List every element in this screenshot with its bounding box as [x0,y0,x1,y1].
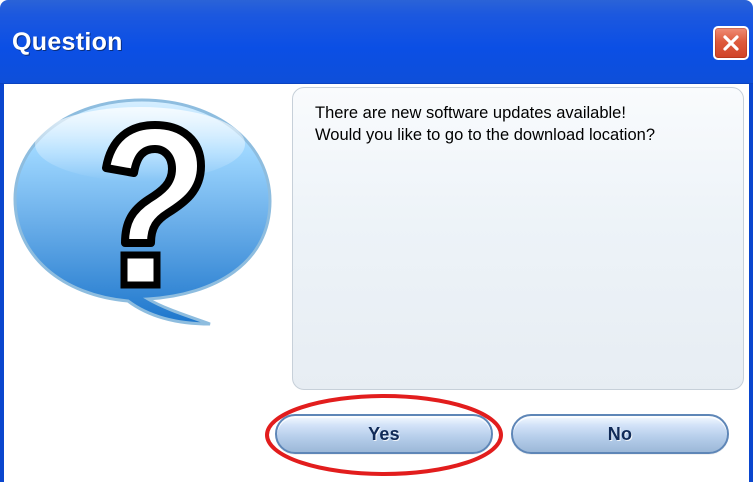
titlebar: Question [0,0,753,84]
close-button[interactable] [713,26,749,60]
yes-button-label: Yes [368,423,400,444]
yes-button[interactable]: Yes [275,414,493,454]
question-bubble-icon [13,98,272,326]
no-button[interactable]: No [511,414,729,454]
close-icon [723,35,739,51]
question-dialog: Question There are new software updates … [0,0,753,482]
dialog-message: There are new software updates available… [315,104,656,144]
dialog-title: Question [12,28,123,56]
dialog-left-border [0,84,4,482]
no-button-label: No [607,423,633,444]
message-panel: There are new software updates available… [292,87,744,390]
dialog-right-border [749,84,753,482]
